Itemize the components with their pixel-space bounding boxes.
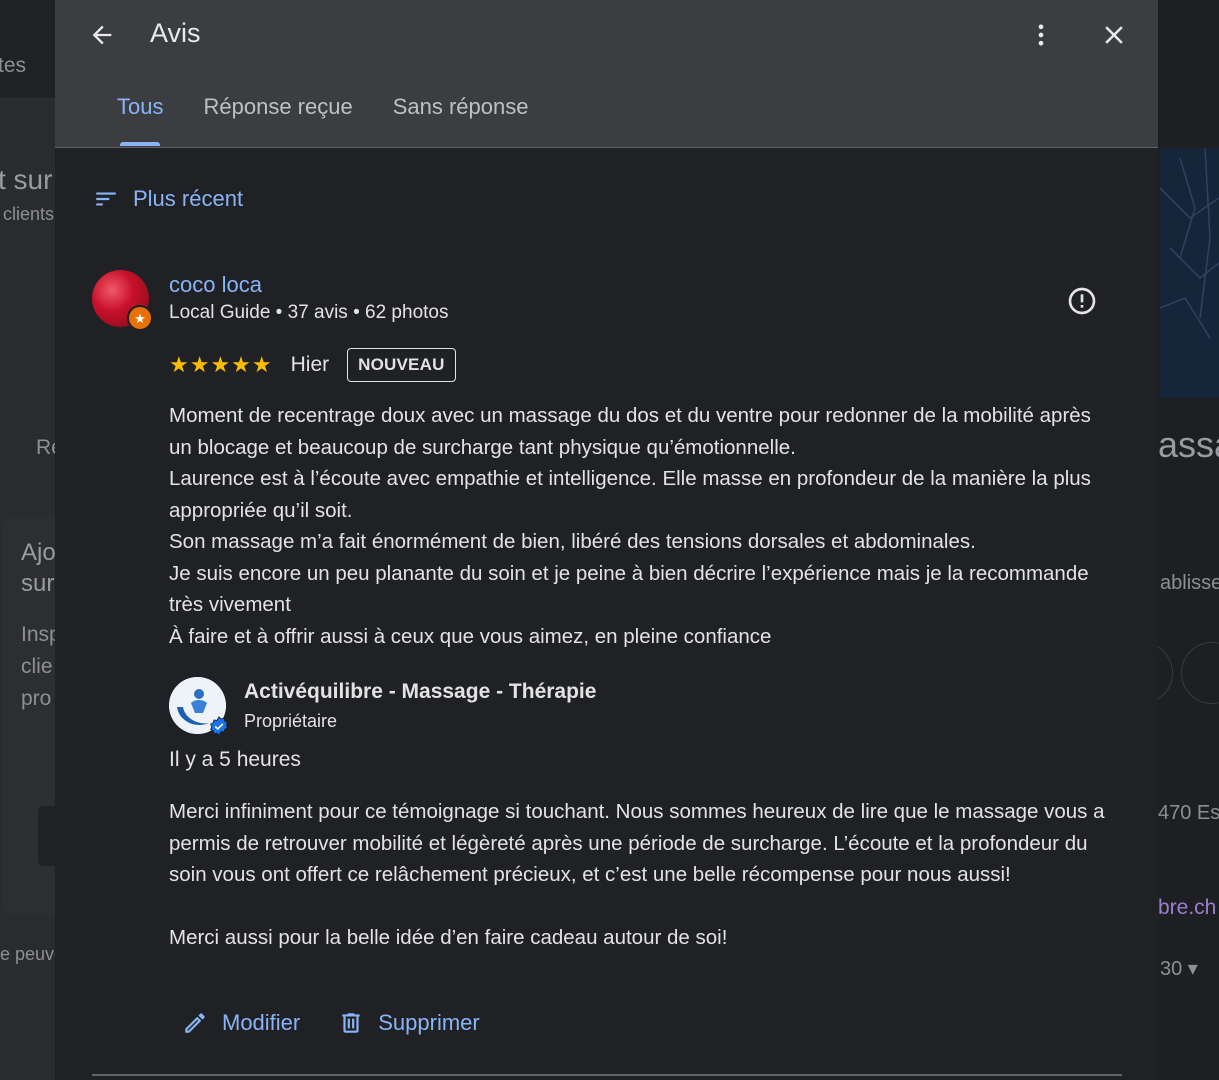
back-button[interactable] — [83, 16, 121, 54]
background-right-text: ablisse — [1160, 572, 1219, 594]
new-badge: NOUVEAU — [347, 348, 456, 382]
reply-actions: Modifier Supprimer — [182, 1010, 518, 1036]
reply-text-paragraph: Merci infiniment pour ce témoignage si t… — [169, 800, 1105, 886]
reply-text: Merci infiniment pour ce témoignage si t… — [169, 796, 1119, 953]
arrow-back-icon — [92, 25, 112, 45]
edit-label: Modifier — [222, 1010, 301, 1035]
background-right-hours: 30 ▾ — [1160, 958, 1198, 980]
background-card-title: sur — [21, 570, 55, 597]
close-icon — [1105, 26, 1123, 44]
background-map — [1159, 147, 1219, 398]
local-guide-star-icon: ★ — [127, 305, 153, 331]
dialog-header: Avis Tous Réponse reçue Sans réponse — [55, 0, 1158, 148]
sort-button[interactable]: Plus récent — [93, 186, 243, 212]
background-right-link: bre.ch — [1158, 896, 1217, 919]
sort-label: Plus récent — [133, 186, 244, 211]
review-text-line: À faire et à offrir aussi à ceux que vou… — [169, 624, 772, 648]
review-text-line: Moment de recentrage doux avec un massag… — [169, 404, 1091, 459]
delete-label: Supprimer — [378, 1010, 480, 1035]
background-right-heading: assa — [1158, 424, 1219, 465]
reviewer-meta: Local Guide • 37 avis • 62 photos — [169, 302, 449, 323]
background-card-text: pro — [21, 687, 52, 710]
background-card-text: clie — [21, 655, 53, 678]
edit-pencil-icon — [185, 1013, 205, 1033]
review-divider — [92, 1074, 1122, 1076]
background-heading: t sur — [0, 164, 53, 195]
star-rating: ★★★★★ — [169, 352, 273, 377]
background-button — [38, 806, 55, 866]
sort-icon — [96, 192, 116, 206]
tab-all[interactable]: Tous — [97, 94, 183, 146]
reviews-dialog: Avis Tous Réponse reçue Sans réponse Plu… — [55, 0, 1158, 1080]
tab-unreplied[interactable]: Sans réponse — [373, 94, 549, 146]
reply-text-paragraph: Merci aussi pour la belle idée d’en fair… — [169, 925, 728, 949]
report-review-button[interactable] — [1065, 284, 1099, 318]
review-text-line: Je suis encore un peu planante du soin e… — [169, 561, 1089, 617]
background-right-text: 470 Es — [1158, 802, 1219, 824]
review-date: Hier — [290, 353, 330, 376]
background-subtext: clients — [3, 204, 55, 224]
delete-reply-button[interactable]: Supprimer — [338, 1010, 480, 1036]
background-text: tes — [0, 54, 27, 77]
trash-icon — [342, 1013, 360, 1033]
map-lines — [1159, 147, 1219, 339]
more-options-button[interactable] — [1023, 16, 1059, 54]
edit-reply-button[interactable]: Modifier — [182, 1010, 300, 1036]
reviewer-avatar[interactable]: ★ — [92, 270, 153, 331]
review-filter-tabs: Tous Réponse reçue Sans réponse — [97, 94, 548, 146]
close-button[interactable] — [1095, 16, 1133, 54]
report-icon — [1068, 287, 1096, 315]
reply-date: Il y a 5 heures — [169, 748, 301, 771]
more-vert-icon — [1038, 24, 1044, 46]
rating-row: ★★★★★ Hier NOUVEAU — [169, 348, 456, 382]
background-left-topbar: tes — [0, 0, 55, 99]
verified-check-icon — [210, 716, 228, 736]
reviewer-name[interactable]: coco loca — [169, 272, 262, 298]
dialog-title: Avis — [150, 18, 201, 48]
tab-replied[interactable]: Réponse reçue — [183, 94, 372, 146]
owner-name: Activéquilibre - Massage - Thérapie — [244, 680, 597, 703]
review-text-line: Son massage m’a fait énormément de bien,… — [169, 530, 976, 553]
owner-role: Propriétaire — [244, 711, 338, 731]
review-text: Moment de recentrage doux avec un massag… — [169, 400, 1119, 652]
background-card-title: Ajo — [21, 539, 56, 566]
review-text-line: Laurence est à l’écoute avec empathie et… — [169, 467, 1091, 522]
